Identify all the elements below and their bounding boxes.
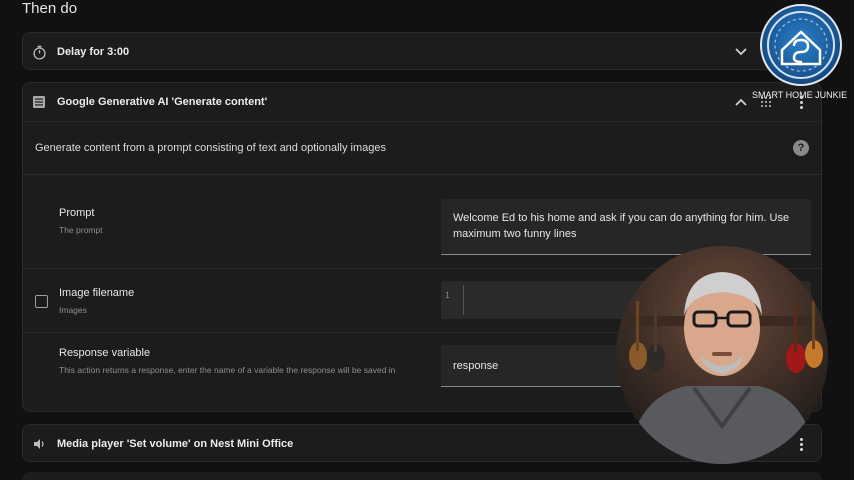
- response-variable-value: response: [453, 359, 499, 372]
- presenter-webcam-image: [616, 246, 828, 464]
- action-description: Generate content from a prompt consistin…: [35, 142, 386, 154]
- more-options-icon[interactable]: [795, 434, 807, 454]
- image-filename-checkbox[interactable]: [35, 295, 48, 308]
- prompt-textarea[interactable]: Welcome Ed to his home and ask if you ca…: [441, 199, 811, 255]
- image-filename-sublabel: Images: [59, 305, 87, 315]
- speaker-icon: [31, 436, 47, 452]
- response-variable-sublabel: This action returns a response, enter th…: [59, 365, 396, 375]
- smart-home-junkie-logo: [760, 4, 842, 86]
- next-card-edge: [22, 472, 822, 480]
- image-filename-label-group: Image filename Images: [59, 287, 429, 315]
- delay-action-title: Delay for 3:00: [57, 46, 130, 58]
- chevron-up-icon[interactable]: [731, 92, 751, 112]
- timer-icon: [31, 44, 47, 60]
- image-filename-label: Image filename: [59, 287, 135, 299]
- code-line-number: 1: [445, 291, 450, 300]
- ai-action-header[interactable]: Google Generative AI 'Generate content': [23, 83, 821, 121]
- prompt-label: Prompt: [59, 207, 95, 219]
- code-gutter: [463, 285, 464, 315]
- prompt-value: Welcome Ed to his home and ask if you ca…: [453, 212, 790, 240]
- section-title: Then do: [22, 0, 78, 17]
- response-variable-label-group: Response variable This action returns a …: [59, 347, 429, 375]
- action-description-row: Generate content from a prompt consistin…: [23, 121, 821, 175]
- document-list-icon: [31, 94, 47, 110]
- ai-action-title: Google Generative AI 'Generate content': [57, 96, 268, 108]
- brand-name: SMART HOME JUNKIE: [752, 90, 848, 100]
- chevron-down-icon[interactable]: [731, 42, 751, 62]
- prompt-label-group: Prompt The prompt: [59, 207, 429, 235]
- help-circle-icon[interactable]: ?: [793, 140, 809, 156]
- prompt-sublabel: The prompt: [59, 225, 103, 235]
- delay-action-header[interactable]: Delay for 3:00: [23, 33, 821, 71]
- response-variable-label: Response variable: [59, 347, 151, 359]
- delay-action-card[interactable]: Delay for 3:00: [22, 32, 822, 70]
